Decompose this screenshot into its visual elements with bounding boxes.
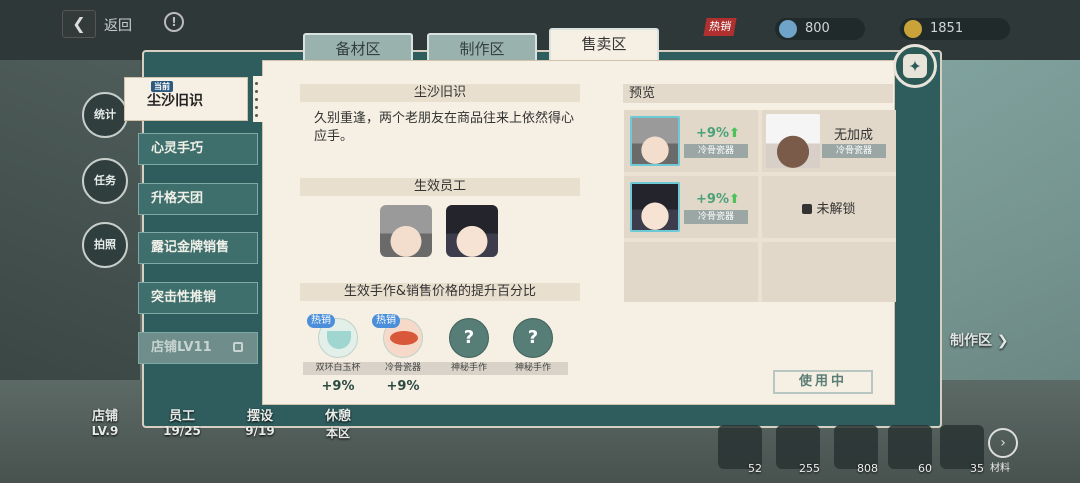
sidebar-item-label: 露记金牌销售 [151, 240, 230, 255]
preview-tag: 冷骨瓷器 [684, 210, 748, 224]
sidebar-item-label: 店铺LV11 [151, 340, 212, 355]
staff-avatar-white-hair [766, 114, 820, 168]
preview-boost: +9%⬆ [696, 126, 740, 141]
hot-badge: 热销 [307, 314, 335, 328]
preview-cell[interactable]: +9%⬆ 冷骨瓷器 [624, 176, 758, 238]
photo-button[interactable]: 拍照 [82, 222, 128, 268]
lock-icon [233, 342, 243, 352]
sidebar-item-upgrade-group[interactable]: 升格天团 [138, 183, 258, 215]
sidebar-dots [253, 76, 273, 122]
hot-badge: 热销 [372, 314, 400, 328]
decor-stat[interactable]: 摆设 9/19 [230, 405, 290, 438]
craft-item[interactable]: ? 神秘手作 [498, 318, 568, 375]
preview-cell-empty [762, 242, 896, 302]
current-badge: 当前 [151, 81, 173, 92]
staff-avatar-black-hair[interactable] [446, 205, 498, 257]
materials-label: 材料 [990, 463, 1010, 474]
resource-a-value: 800 [805, 21, 830, 36]
ticket-icon [779, 20, 797, 38]
sidebar-item-label: 心灵手巧 [151, 141, 204, 156]
craft-name: 冷骨瓷器 [368, 362, 438, 375]
craft-header: 生效手作&销售价格的提升百分比 [300, 283, 580, 301]
coin-counter[interactable]: 1851 [900, 18, 1010, 40]
sidebar-item-shop-level[interactable]: 店铺LV11 [138, 332, 258, 364]
inventory-slot[interactable]: 52 [718, 425, 762, 475]
staff-header: 生效员工 [300, 178, 580, 196]
sidebar-item-label: 升格天团 [151, 191, 204, 206]
sidebar-item-label: 尘沙旧识 [147, 93, 203, 109]
crafting-zone-nav[interactable]: 制作区 ❯ [950, 330, 1009, 350]
preview-grid: +9%⬆ 冷骨瓷器 无加成 冷骨瓷器 +9%⬆ 冷骨瓷器 未解锁 [624, 110, 896, 302]
preview-cell-locked: 未解锁 [762, 176, 896, 238]
inventory-slot[interactable]: 35 [940, 425, 984, 475]
craft-item[interactable]: 热销 冷骨瓷器 +9% [368, 314, 438, 394]
tab-selling[interactable]: 售卖区 [549, 28, 659, 61]
staff-stat[interactable]: 员工 19/25 [152, 405, 212, 438]
locked-text: 未解锁 [762, 198, 896, 217]
inventory-slot[interactable]: 60 [888, 425, 932, 475]
back-button[interactable]: ❮ [62, 10, 96, 38]
inventory-slot[interactable]: 808 [834, 425, 878, 475]
sidebar-item-rush-promotion[interactable]: 突击性推销 [138, 282, 258, 314]
coin-value: 1851 [930, 21, 964, 36]
craft-item[interactable]: 热销 双环白玉杯 +9% [303, 314, 373, 394]
statistics-button[interactable]: 统计 [82, 92, 128, 138]
hot-sale-tag: 热销 [703, 18, 737, 36]
rest-stat[interactable]: 休憩 本区 [308, 405, 368, 441]
back-label: 返回 [104, 18, 132, 34]
chevron-right-icon: ❯ [996, 333, 1009, 349]
preview-cell[interactable]: 无加成 冷骨瓷器 [762, 110, 896, 172]
staff-avatar-black-hair [630, 182, 680, 232]
shop-level-stat[interactable]: 店铺 LV.9 [75, 405, 135, 438]
preview-cell[interactable]: +9%⬆ 冷骨瓷器 [624, 110, 758, 172]
staff-avatar-gray-hair [630, 116, 680, 166]
sidebar-item-skillful[interactable]: 心灵手巧 [138, 133, 258, 165]
craft-name: 双环白玉杯 [303, 362, 373, 375]
in-use-button[interactable]: 使用中 [773, 370, 873, 394]
arrow-up-icon: ⬆ [728, 192, 740, 207]
tab-crafting[interactable]: 制作区 [427, 33, 537, 63]
chevron-left-icon: ❮ [72, 14, 86, 33]
question-mark-icon: ? [449, 318, 489, 358]
close-button[interactable] [893, 44, 937, 88]
tab-materials[interactable]: 备材区 [303, 33, 413, 63]
lock-icon [802, 204, 813, 214]
craft-boost: +9% [321, 379, 355, 394]
inventory-slot[interactable]: 255 [776, 425, 820, 475]
preview-header: 预览 [623, 84, 893, 103]
craft-boost: +9% [386, 379, 420, 394]
chevron-right-icon: › [1000, 435, 1006, 451]
sidebar-item-label: 突击性推销 [151, 290, 217, 305]
no-bonus-text: 无加成 [834, 128, 874, 143]
task-button[interactable]: 任务 [82, 158, 128, 204]
question-mark-icon: ? [513, 318, 553, 358]
preview-tag: 冷骨瓷器 [822, 144, 886, 158]
resource-a-counter[interactable]: 800 [775, 18, 865, 40]
sidebar-item-gold-sales[interactable]: 露记金牌销售 [138, 232, 258, 264]
craft-name: 神秘手作 [434, 362, 504, 375]
craft-name: 神秘手作 [498, 362, 568, 375]
sidebar-item-dust-old-friends[interactable]: 当前 尘沙旧识 [124, 77, 248, 121]
arrow-up-icon: ⬆ [728, 126, 740, 141]
preview-tag: 冷骨瓷器 [684, 144, 748, 158]
materials-button[interactable]: › [988, 428, 1018, 458]
staff-avatar-gray-hair[interactable] [380, 205, 432, 257]
detail-title: 尘沙旧识 [300, 84, 580, 102]
preview-boost: +9%⬆ [696, 192, 740, 207]
info-icon[interactable]: ! [164, 12, 184, 32]
preview-cell-empty [624, 242, 758, 302]
craft-item[interactable]: ? 神秘手作 [434, 318, 504, 375]
detail-description: 久别重逢，两个老朋友在商品往来上依然得心应手。 [314, 111, 575, 144]
coin-icon [904, 20, 922, 38]
